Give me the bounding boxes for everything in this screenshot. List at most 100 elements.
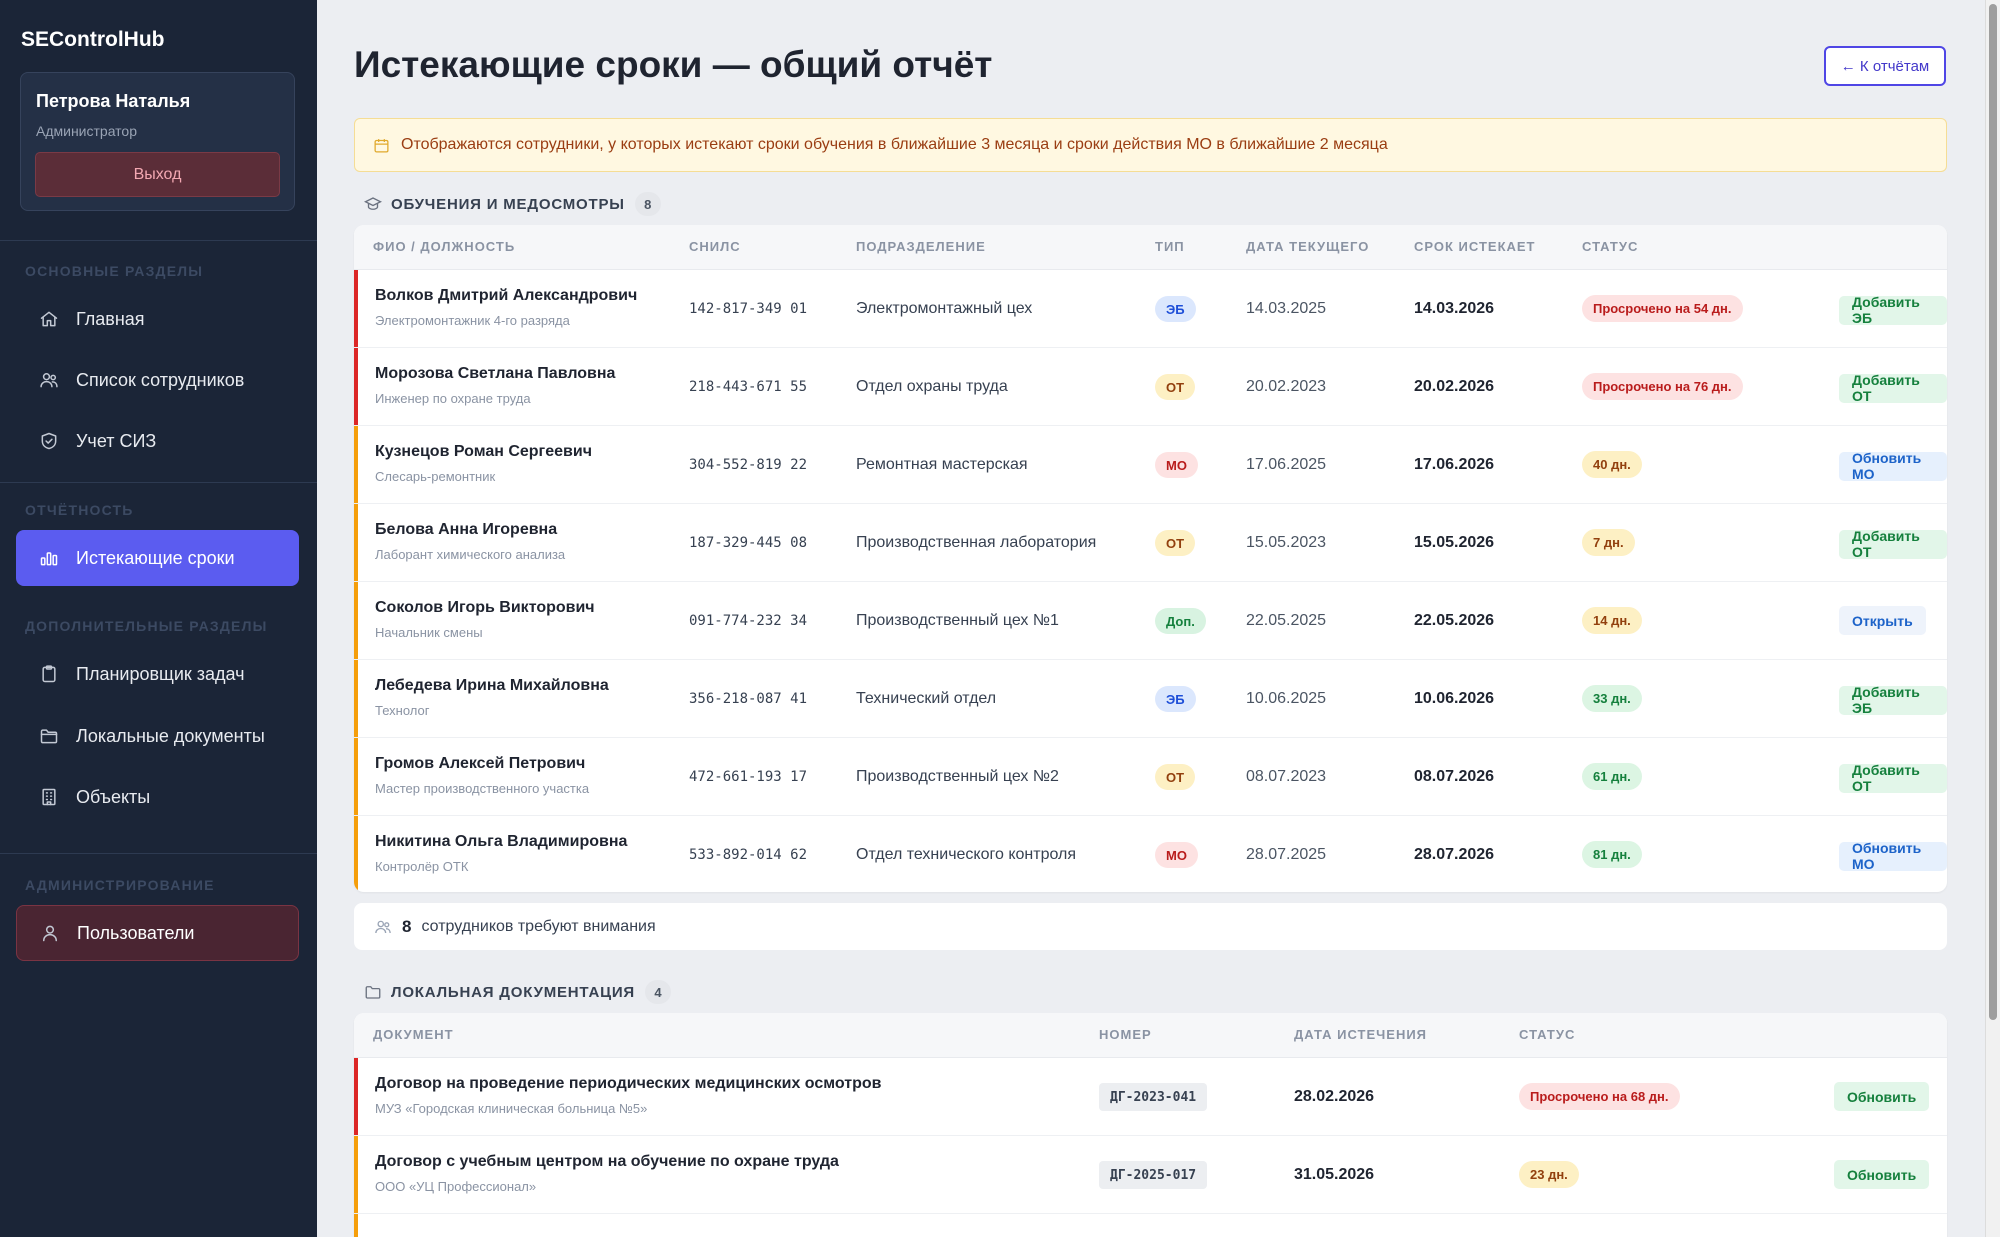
row-action-button[interactable]: Добавить ОТ (1839, 372, 1947, 404)
employee-position: Лаборант химического анализа (375, 547, 566, 562)
table-row[interactable]: Соколов Игорь Викторович Начальник смены 0… (354, 582, 1947, 660)
sidebar-item-label: Учет СИЗ (76, 430, 157, 451)
status-badge: Просрочено на 76 дн. (1582, 373, 1743, 400)
employee-name: Соколов Игорь Викторович (375, 599, 595, 616)
sidebar-item-label: Истекающие сроки (76, 547, 235, 568)
column-header: СТАТУС (1519, 1027, 1576, 1042)
main-content: Истекающие сроки — общий отчёт ← К отчёт… (317, 0, 1985, 1237)
table-row[interactable]: Договор на проведение периодических меди… (354, 1058, 1947, 1136)
employee-department: Отдел технического контроля (856, 846, 1077, 863)
current-date: 15.05.2023 (1246, 534, 1327, 551)
expiry-date: 14.03.2026 (1414, 300, 1495, 317)
update-document-button[interactable]: Обновить (1834, 1160, 1930, 1189)
employee-name: Волков Дмитрий Александрович (375, 287, 638, 304)
sidebar-item-home[interactable]: Главная (16, 291, 299, 347)
row-severity-marker (354, 270, 358, 347)
employee-department: Производственный цех №2 (856, 768, 1059, 785)
table-row[interactable]: Лебедева Ирина Михайловна Технолог 356-218… (354, 660, 1947, 738)
sidebar-item-expiring[interactable]: Истекающие сроки (16, 530, 299, 586)
current-date: 20.02.2023 (1246, 378, 1327, 395)
employee-name: Морозова Светлана Павловна (375, 365, 616, 382)
table-row[interactable]: Договор с учебным центром на обучение по… (354, 1136, 1947, 1214)
current-date: 14.03.2025 (1246, 300, 1327, 317)
row-severity-marker (354, 1214, 358, 1237)
table-row[interactable]: Волков Дмитрий Александрович Электромонта… (354, 270, 1947, 348)
sidebar-section-title: АДМИНИСТРИРОВАНИЕ (25, 877, 215, 893)
section-title: ОБУЧЕНИЯ И МЕДОСМОТРЫ (391, 195, 625, 213)
table-row[interactable]: Никитина Ольга Владимировна Контролёр ОТК… (354, 816, 1947, 892)
document-organization: МУЗ «Городская клиническая больница №5» (375, 1101, 648, 1116)
row-severity-marker (354, 660, 358, 737)
status-badge: 61 дн. (1582, 763, 1642, 790)
expiry-date: 28.02.2026 (1294, 1088, 1375, 1105)
sidebar-section-title: ОСНОВНЫЕ РАЗДЕЛЫ (25, 263, 204, 279)
row-action-button[interactable]: Добавить ОТ (1839, 762, 1947, 794)
row-action-button[interactable]: Обновить МО (1839, 840, 1947, 872)
sidebar: SEControlHub Петрова Наталья Администрат… (0, 0, 317, 1237)
folder-icon (38, 725, 60, 747)
document-number: ДГ-2025-017 (1099, 1161, 1208, 1189)
employee-snils: 356-218-087 41 (689, 691, 808, 707)
sidebar-item-ppe[interactable]: Учет СИЗ (16, 413, 299, 469)
sidebar-item-scheduler[interactable]: Планировщик задач (16, 646, 299, 702)
column-header: ТИП (1155, 239, 1185, 254)
sidebar-item-users[interactable]: Пользователи (16, 905, 299, 961)
employee-department: Технический отдел (856, 690, 997, 707)
type-badge: МО (1155, 842, 1198, 868)
user-name: Петрова Наталья (36, 91, 191, 111)
count-badge: 8 (634, 192, 661, 216)
status-badge: 40 дн. (1582, 451, 1642, 478)
column-header: ДАТА ИСТЕЧЕНИЯ (1294, 1027, 1428, 1042)
document-number: ДГ-2023-041 (1099, 1083, 1208, 1111)
employee-name: Кузнецов Роман Сергеевич (375, 443, 592, 460)
back-to-reports-button[interactable]: ← К отчётам (1824, 46, 1946, 86)
bar-chart-icon (38, 547, 60, 569)
row-severity-marker (354, 1136, 358, 1213)
column-header: ДАТА ТЕКУЩЕГО (1246, 239, 1370, 254)
row-action-button[interactable]: Обновить МО (1839, 450, 1947, 482)
expiry-date: 31.05.2026 (1294, 1166, 1375, 1183)
building-icon (38, 786, 60, 808)
employee-department: Отдел охраны труда (856, 378, 1008, 395)
employee-name: Белова Анна Игоревна (375, 521, 558, 538)
table-row[interactable]: Морозова Светлана Павловна Инженер по охр… (354, 348, 1947, 426)
column-header: ФИО / ДОЛЖНОСТЬ (373, 239, 516, 254)
sidebar-item-local-docs[interactable]: Локальные документы (16, 708, 299, 764)
logout-button[interactable]: Выход (35, 152, 280, 197)
table-row[interactable] (354, 1214, 1947, 1237)
table-row[interactable]: Громов Алексей Петрович Мастер производст… (354, 738, 1947, 816)
row-action-button[interactable]: Добавить ЭБ (1839, 684, 1947, 716)
row-severity-marker (354, 504, 358, 581)
employee-name: Громов Алексей Петрович (375, 755, 586, 772)
table-row[interactable]: Кузнецов Роман Сергеевич Слесарь-ремонтни… (354, 426, 1947, 504)
current-date: 28.07.2025 (1246, 846, 1327, 863)
type-badge: ОТ (1155, 374, 1196, 400)
info-notice: Отображаются сотрудники, у которых истек… (354, 118, 1947, 172)
employee-position: Технолог (375, 703, 430, 718)
sidebar-section-title: ДОПОЛНИТЕЛЬНЫЕ РАЗДЕЛЫ (25, 618, 268, 634)
employee-department: Производственный цех №1 (856, 612, 1059, 629)
row-action-button[interactable]: Добавить ОТ (1839, 528, 1947, 560)
type-badge: ЭБ (1155, 296, 1196, 322)
current-date: 10.06.2025 (1246, 690, 1327, 707)
type-badge: Доп. (1155, 608, 1206, 634)
update-document-button[interactable]: Обновить (1834, 1082, 1930, 1111)
current-date: 22.05.2025 (1246, 612, 1327, 629)
scrollbar-thumb[interactable] (1989, 4, 1997, 1020)
summary-count: 8 (402, 916, 412, 936)
row-severity-marker (354, 816, 358, 892)
sidebar-item-objects[interactable]: Объекты (16, 769, 299, 825)
employee-name: Лебедева Ирина Михайловна (375, 677, 609, 694)
sidebar-item-label: Пользователи (77, 922, 195, 943)
row-action-button[interactable]: Открыть (1839, 606, 1926, 635)
page-scrollbar[interactable] (1985, 0, 2000, 1237)
table-row[interactable]: Белова Анна Игоревна Лаборант химического… (354, 504, 1947, 582)
sidebar-item-label: Планировщик задач (76, 663, 245, 684)
current-date: 17.06.2025 (1246, 456, 1327, 473)
employee-department: Электромонтажный цех (856, 300, 1033, 317)
sidebar-item-employees[interactable]: Список сотрудников (16, 352, 299, 408)
row-action-button[interactable]: Добавить ЭБ (1839, 294, 1947, 326)
employee-snils: 187-329-445 08 (689, 535, 808, 551)
count-badge: 4 (645, 980, 671, 1004)
row-severity-marker (354, 582, 358, 659)
